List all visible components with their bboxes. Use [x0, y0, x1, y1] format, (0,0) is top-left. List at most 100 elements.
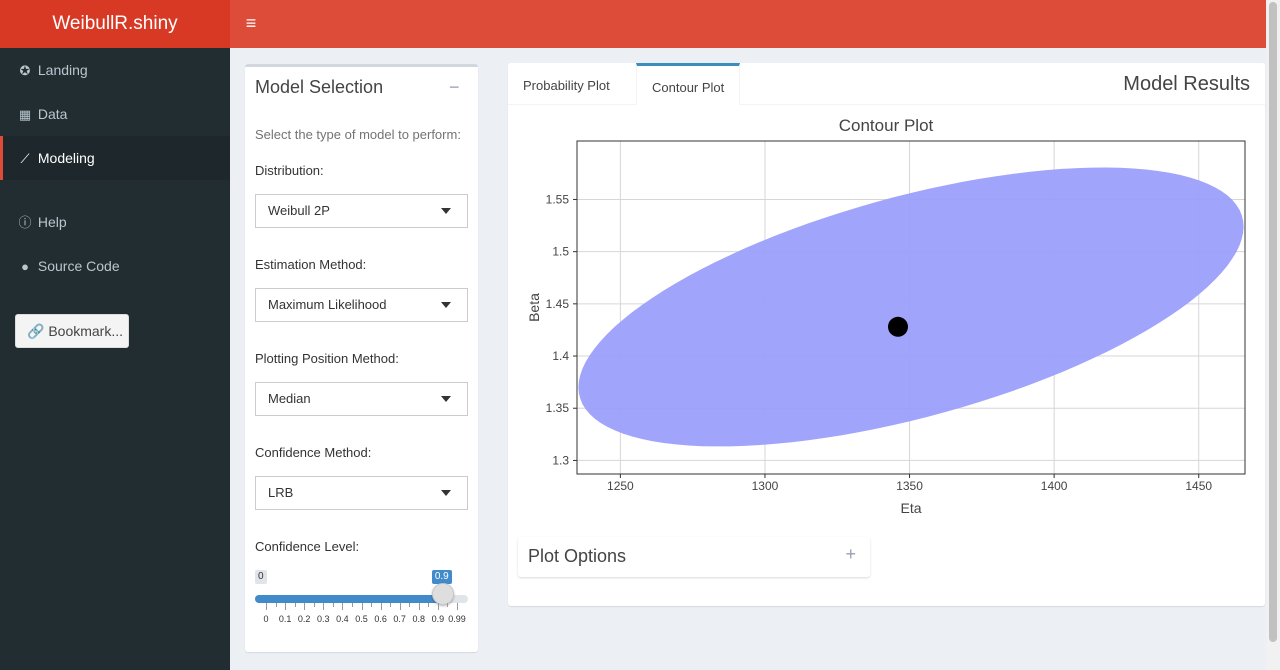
slider-minor-tick: [447, 603, 449, 607]
y-tick-label: 1.3: [552, 453, 569, 467]
estimation-select[interactable]: Maximum Likelihood: [255, 288, 468, 322]
plot-options-title: Plot Options: [528, 546, 627, 566]
slider-minor-tick: [266, 603, 267, 610]
plotting-position-select[interactable]: Median: [255, 382, 468, 416]
collapse-icon[interactable]: −: [449, 75, 465, 99]
sidebar-item-label: Help: [37, 214, 67, 230]
sidebar-item-data[interactable]: ▦ Data: [0, 92, 230, 136]
slider-tick-label: 0.7: [393, 614, 406, 624]
slider-minor-tick: [399, 603, 401, 610]
contour-plot-svg[interactable]: Contour Plot 1250 1300 1350 1400 1450 1.3 1.35…: [508, 63, 1265, 533]
x-tick-label: 1250: [607, 479, 634, 493]
distribution-select[interactable]: Weibull 2P: [255, 194, 468, 228]
confidence-slider-handle[interactable]: [431, 583, 454, 605]
app-logo[interactable]: WeibullR.shiny: [0, 0, 230, 48]
expand-icon[interactable]: +: [845, 544, 856, 565]
slider-value-badge: 0.9: [431, 570, 452, 584]
y-tick-label: 1.35: [546, 401, 570, 415]
slider-minor-tick: [294, 603, 296, 607]
confidence-method-value: LRB: [268, 485, 294, 500]
slider-minor-tick: [380, 603, 382, 610]
contour-region-layer: [578, 167, 1244, 447]
sidebar-toggle-icon[interactable]: ≡: [230, 0, 272, 48]
slider-tick-label: 0.4: [336, 614, 349, 624]
line-chart-icon: ⟋: [20, 151, 30, 166]
bookmark-button[interactable]: 🔗 Bookmark...: [15, 314, 129, 348]
slider-minor-tick: [437, 603, 439, 610]
slider-tick-label: 0.6: [374, 614, 387, 624]
slider-minor-tick: [361, 603, 363, 610]
slider-minor-tick: [428, 603, 430, 607]
sidebar-item-label: Source Code: [37, 258, 120, 274]
model-help-text: Select the type of model to perform:: [255, 127, 461, 142]
model-selection-title: Model Selection: [255, 77, 384, 97]
chevron-down-icon: [441, 302, 451, 308]
y-tick-label: 1.4: [552, 349, 569, 363]
slider-minor-tick: [313, 603, 315, 607]
estimation-label: Estimation Method:: [255, 257, 367, 272]
distribution-label: Distribution:: [255, 163, 324, 178]
chevron-down-icon: [441, 396, 451, 402]
estimation-value: Maximum Likelihood: [268, 297, 387, 312]
slider-minor-tick: [390, 603, 392, 607]
slider-minor-tick: [285, 603, 287, 610]
slider-tick-label: 0: [263, 614, 269, 624]
page-scrollbar[interactable]: [1266, 0, 1280, 670]
x-tick-label: 1350: [896, 479, 923, 493]
github-icon: ●: [21, 259, 29, 274]
slider-tick-label: 0.1: [278, 614, 292, 624]
chevron-down-icon: [441, 490, 451, 496]
slider-minor-tick: [457, 603, 458, 610]
chevron-down-icon: [441, 208, 451, 214]
slider-minor-tick: [418, 603, 420, 610]
slider-minor-tick: [275, 603, 277, 607]
slider-minor-tick: [304, 603, 306, 610]
link-icon: 🔗: [27, 323, 45, 339]
scrollbar-thumb[interactable]: [1269, 2, 1277, 642]
model-results-panel: Probability Plot Contour Plot Model Resu…: [508, 63, 1265, 606]
info-circle-icon: ⓘ: [18, 215, 32, 230]
contour-region: [578, 167, 1244, 447]
slider-tick-label: 0.8: [412, 614, 426, 624]
slider-minor-tick: [351, 603, 353, 607]
slider-minor-tick: [371, 603, 373, 607]
sidebar-item-label: Modeling: [37, 150, 95, 166]
bookmark-label: Bookmark...: [48, 323, 124, 339]
x-tick-label: 1300: [752, 479, 779, 493]
sidebar-item-label: Landing: [37, 62, 88, 78]
sidebar-item-label: Data: [37, 106, 68, 122]
y-tick-label: 1.45: [546, 297, 570, 311]
sidebar-item-modeling[interactable]: ⟋ Modeling: [0, 136, 230, 180]
rocket-icon: ✪: [19, 63, 31, 78]
model-selection-box: Model Selection − Select the type of mod…: [245, 64, 478, 652]
y-tick-label: 1.55: [546, 192, 570, 206]
slider-tick-label: 0.99: [448, 614, 466, 624]
y-tick-label: 1.5: [552, 245, 569, 259]
sidebar-item-help[interactable]: ⓘ Help: [0, 200, 230, 244]
slider-minor-tick: [323, 603, 325, 610]
plotting-position-value: Median: [268, 391, 311, 406]
plot-options-box: Plot Options +: [518, 537, 870, 577]
point-estimate-marker: [887, 316, 908, 337]
confidence-level-label: Confidence Level:: [255, 539, 360, 554]
sidebar-item-source-code[interactable]: ● Source Code: [0, 244, 230, 288]
top-header: WeibullR.shiny ≡: [0, 0, 1266, 48]
slider-minor-tick: [332, 603, 334, 607]
slider-tick-label: 0.2: [297, 614, 311, 624]
x-tick-label: 1450: [1185, 479, 1212, 493]
distribution-value: Weibull 2P: [268, 203, 330, 218]
plotting-position-label: Plotting Position Method:: [255, 351, 399, 366]
y-axis-label: Beta: [526, 293, 542, 322]
slider-tick-label: 0.5: [355, 614, 368, 624]
slider-tick-label: 0.3: [317, 614, 330, 624]
sidebar-item-landing[interactable]: ✪ Landing: [0, 48, 230, 92]
confidence-method-select[interactable]: LRB: [255, 476, 468, 510]
table-icon: ▦: [18, 107, 32, 122]
slider-minor-tick: [342, 603, 344, 610]
slider-min-badge: 0: [255, 570, 267, 584]
x-tick-label: 1400: [1041, 479, 1068, 493]
sidebar: ✪ Landing ▦ Data ⟋ Modeling ⓘ Help ● Sou…: [0, 48, 230, 670]
slider-tick-label: 0.9: [431, 614, 445, 624]
confidence-method-label: Confidence Method:: [255, 445, 372, 460]
slider-minor-tick: [409, 603, 411, 607]
